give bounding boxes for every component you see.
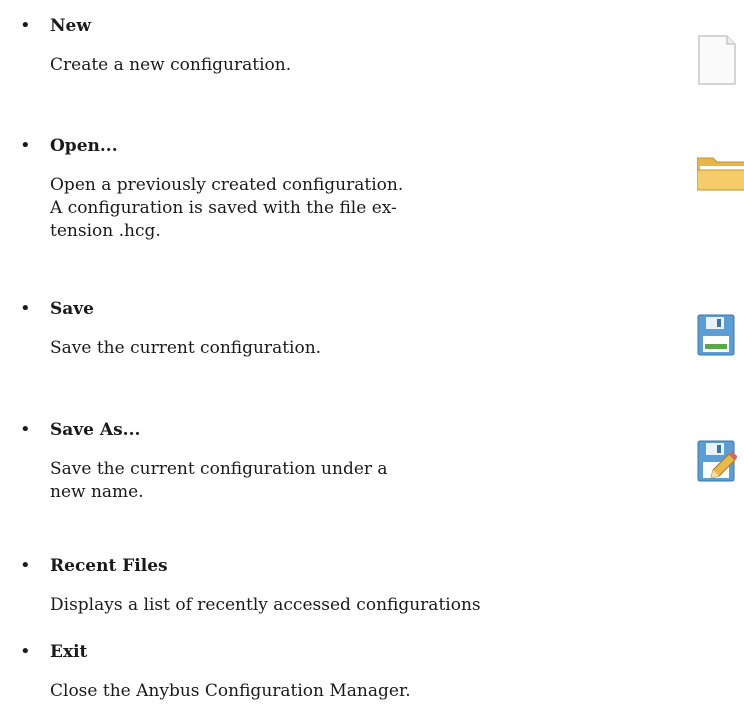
item-description: Save the current configuration. (50, 338, 322, 358)
item-title: Recent Files (50, 556, 168, 576)
item-description: Displays a list of recently accessed con… (50, 595, 481, 615)
bullet: • (20, 15, 31, 36)
item-description: Open a previously created configuration.… (50, 175, 404, 241)
bullet: • (20, 555, 31, 576)
item-description: Save the current configuration under a n… (50, 459, 388, 502)
save-as-disk-icon (697, 440, 737, 482)
item-description: Close the Anybus Configuration Manager. (50, 681, 411, 701)
new-file-icon (697, 34, 737, 85)
open-folder-icon (697, 154, 744, 194)
item-title: Save (50, 299, 94, 319)
bullet: • (20, 419, 31, 440)
item-title: New (50, 16, 91, 36)
bullet: • (20, 298, 31, 319)
bullet: • (20, 641, 31, 662)
item-title: Open... (50, 136, 118, 156)
item-description: Create a new configuration. (50, 55, 292, 75)
item-title: Exit (50, 642, 88, 662)
bullet: • (20, 135, 31, 156)
save-disk-icon (697, 314, 737, 356)
item-title: Save As... (50, 420, 141, 440)
